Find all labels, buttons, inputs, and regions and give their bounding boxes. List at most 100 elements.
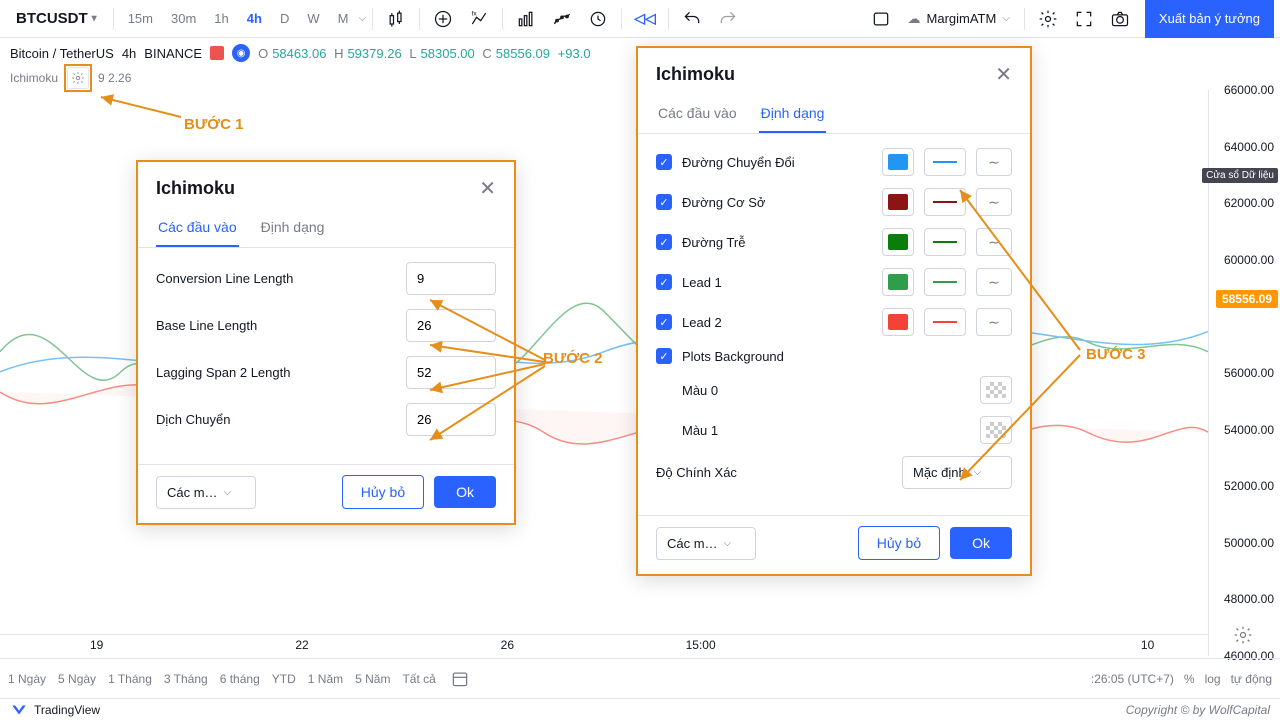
candles-icon[interactable] [379,4,413,34]
base-color[interactable] [882,188,914,216]
base-label: Đường Cơ Sở [682,195,872,210]
lead2-color[interactable] [882,308,914,336]
range-5y[interactable]: 5 Năm [355,672,390,686]
separator [419,8,420,30]
separator [668,8,669,30]
time-tick: 10 [1141,638,1154,652]
fullscreen-icon[interactable] [1067,4,1101,34]
defaults-select[interactable]: Các m…⌵ [656,527,756,560]
symbol-text: BTCUSDT [16,10,88,27]
exchange-icon [210,46,224,60]
percent-toggle[interactable]: % [1184,672,1195,686]
log-toggle[interactable]: log [1205,672,1221,686]
range-3m[interactable]: 3 Tháng [164,672,208,686]
lead1-label: Lead 1 [682,275,872,290]
interval-W[interactable]: W [299,7,327,30]
range-1m[interactable]: 1 Tháng [108,672,152,686]
chevron-down-icon: ▾ [92,13,97,24]
lead1-color[interactable] [882,268,914,296]
top-toolbar: BTCUSDT ▾ 15m 30m 1h 4h D W M ⌵ fx ◁◁ ☁ … [0,0,1280,38]
price-tick: 60000.00 [1224,253,1274,267]
indicator-values: 9 2.26 [98,71,131,85]
tab-inputs[interactable]: Các đầu vào [156,209,239,247]
range-1d[interactable]: 1 Ngày [8,672,46,686]
lead1-checkbox[interactable]: ✓ [656,274,672,290]
time-tick: 19 [90,638,103,652]
chevron-down-icon: ⌵ [1002,13,1010,24]
lagging-color[interactable] [882,228,914,256]
lagging-checkbox[interactable]: ✓ [656,234,672,250]
conversion-price-line[interactable]: ∼ [976,148,1012,176]
tab-style[interactable]: Định dạng [759,95,827,133]
interval-1h[interactable]: 1h [206,7,236,30]
conversion-length-label: Conversion Line Length [156,271,293,286]
goto-date-icon[interactable] [448,664,472,694]
tab-style[interactable]: Định dạng [259,209,327,247]
arrow-icon [96,92,186,122]
conversion-label: Đường Chuyển Đổi [682,155,872,170]
interval-D[interactable]: D [272,7,297,30]
cancel-button[interactable]: Hủy bỏ [342,475,424,509]
axis-settings-icon[interactable] [1226,620,1260,650]
replay-icon[interactable]: ◁◁ [628,4,662,34]
range-bar: 1 Ngày 5 Ngày 1 Tháng 3 Tháng 6 tháng YT… [0,658,1280,698]
separator [1024,8,1025,30]
camera-icon[interactable] [1103,4,1137,34]
plots-bg-checkbox[interactable]: ✓ [656,348,672,364]
ok-button[interactable]: Ok [434,476,496,508]
close-icon[interactable]: ✕ [479,176,496,201]
data-window-badge[interactable]: Cửa sổ Dữ liệu [1202,168,1278,183]
interval-15m[interactable]: 15m [120,7,161,30]
chevron-down-icon[interactable]: ⌵ [358,13,366,24]
undo-icon[interactable] [675,4,709,34]
cloud-icon: ☁ [908,11,921,27]
redo-icon[interactable] [711,4,745,34]
range-all[interactable]: Tất cả [402,672,435,686]
time-tick: 22 [295,638,308,652]
conversion-checkbox[interactable]: ✓ [656,154,672,170]
range-ytd[interactable]: YTD [272,672,296,686]
interval-4h[interactable]: 4h [239,7,270,30]
alert-icon[interactable] [581,4,615,34]
lagging-length-label: Lagging Span 2 Length [156,365,290,380]
ok-button[interactable]: Ok [950,527,1012,559]
templates-icon[interactable] [545,4,579,34]
price-tick: 50000.00 [1224,536,1274,550]
price-tick: 48000.00 [1224,592,1274,606]
last-price-badge: 58556.09 [1216,290,1278,308]
interval-30m[interactable]: 30m [163,7,204,30]
indicators-icon[interactable]: fx [462,4,496,34]
indicator-settings-highlight [64,64,92,92]
base-checkbox[interactable]: ✓ [656,194,672,210]
defaults-select[interactable]: Các m…⌵ [156,476,256,509]
tab-inputs[interactable]: Các đầu vào [656,95,739,133]
layout-menu[interactable]: ☁ MargimATM ⌵ [900,7,1018,31]
price-tick: 64000.00 [1224,140,1274,154]
step2-annotation: BƯỚC 2 [543,350,602,367]
separator [113,8,114,30]
conversion-line-style[interactable] [924,148,966,176]
financials-icon[interactable] [509,4,543,34]
range-1y[interactable]: 1 Năm [308,672,343,686]
indicator-settings-button[interactable] [67,67,89,89]
conversion-color[interactable] [882,148,914,176]
interval-M[interactable]: M [330,7,357,30]
time-axis[interactable]: 19 22 26 15:00 10 [0,634,1208,656]
close-icon[interactable]: ✕ [995,62,1012,87]
range-6m[interactable]: 6 tháng [220,672,260,686]
auto-toggle[interactable]: tự động [1231,672,1272,686]
publish-button[interactable]: Xuất bản ý tưởng [1145,0,1274,38]
separator [621,8,622,30]
cancel-button[interactable]: Hủy bỏ [858,526,940,560]
lead2-checkbox[interactable]: ✓ [656,314,672,330]
settings-icon[interactable] [1031,4,1065,34]
tradingview-logo[interactable]: TradingView [10,701,100,719]
copyright-text: Copyright © by WolfCapital [1126,703,1270,717]
compare-icon[interactable] [426,4,460,34]
layout-icon[interactable] [864,4,898,34]
symbol-button[interactable]: BTCUSDT ▾ [6,6,107,31]
time-tick: 15:00 [686,638,716,652]
price-tick: 56000.00 [1224,366,1274,380]
stream-icon: ◉ [232,44,250,62]
range-5d[interactable]: 5 Ngày [58,672,96,686]
